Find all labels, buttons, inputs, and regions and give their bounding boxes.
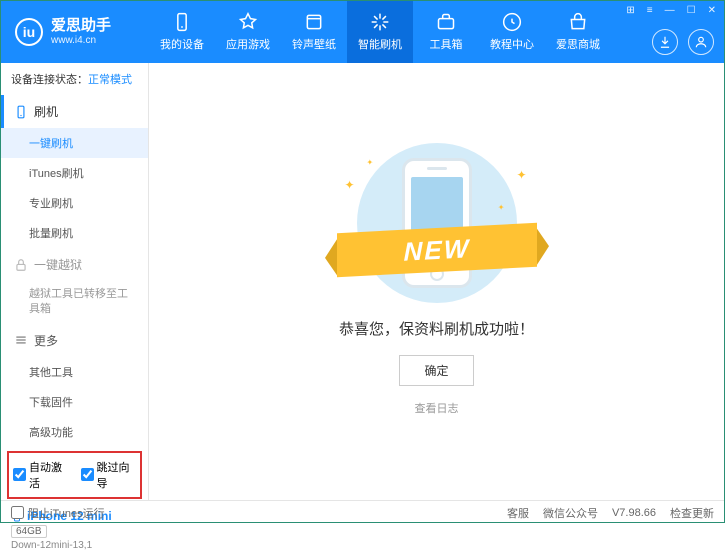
sidebar-item-more-1[interactable]: 下载固件: [1, 387, 148, 417]
main-content: ✦ ✦ ✦ ✦ NEW 恭喜您，保资料刷机成功啦！ 确定 查看日志: [149, 63, 724, 500]
brand-url: www.i4.cn: [51, 35, 111, 47]
block-itunes-label: 阻止iTunes运行: [28, 505, 105, 521]
sidebar-section-label: 更多: [34, 332, 58, 349]
nav-item-device[interactable]: 我的设备: [149, 1, 215, 63]
nav-item-apps[interactable]: 应用游戏: [215, 1, 281, 63]
sidebar-section-label: 刷机: [34, 103, 58, 120]
nav-label: 铃声壁纸: [292, 36, 336, 52]
nav-item-flash[interactable]: 智能刷机: [347, 1, 413, 63]
footer-version: V7.98.66: [612, 507, 656, 519]
device-icon: [14, 105, 28, 119]
sidebar-section-label: 一键越狱: [34, 256, 82, 273]
window-controls: ⊞ ≡ — ☐ ✕: [624, 5, 718, 16]
sidebar-item-more-0[interactable]: 其他工具: [1, 357, 148, 387]
nav-item-store[interactable]: 爱思商城: [545, 1, 611, 63]
toolbox-icon: [436, 12, 456, 32]
nav-label: 我的设备: [160, 36, 204, 52]
lock-icon: [14, 258, 28, 272]
connection-status: 设备连接状态：正常模式: [1, 63, 148, 95]
minimize-button[interactable]: —: [663, 5, 677, 16]
checkbox-auto-activate[interactable]: 自动激活: [13, 459, 69, 491]
sidebar-item-flash-1[interactable]: iTunes刷机: [1, 158, 148, 188]
top-bar: iu 爱思助手 www.i4.cn 我的设备 应用游戏 铃声壁纸 智能刷机 工具箱 教程中…: [1, 1, 724, 63]
view-log-link[interactable]: 查看日志: [415, 400, 459, 416]
brand: iu 爱思助手 www.i4.cn: [1, 1, 149, 63]
nav-label: 应用游戏: [226, 36, 270, 52]
confirm-button[interactable]: 确定: [399, 355, 473, 386]
menu-icon: [14, 333, 28, 347]
tutorial-icon: [502, 12, 522, 32]
checkbox-skip-guide[interactable]: 跳过向导: [81, 459, 137, 491]
device-icon: [172, 12, 192, 32]
footer-check-update[interactable]: 检查更新: [670, 505, 714, 521]
nav-item-toolbox[interactable]: 工具箱: [413, 1, 479, 63]
device-storage: 64GB: [11, 525, 47, 538]
nav-label: 智能刷机: [358, 36, 402, 52]
sidebar-item-flash-3[interactable]: 批量刷机: [1, 218, 148, 248]
success-message: 恭喜您，保资料刷机成功啦！: [339, 318, 534, 339]
nav-item-tutorial[interactable]: 教程中心: [479, 1, 545, 63]
download-icon[interactable]: [652, 29, 678, 55]
menu-icon[interactable]: ≡: [645, 5, 655, 16]
success-illustration: ✦ ✦ ✦ ✦ NEW: [327, 148, 547, 298]
block-itunes-checkbox[interactable]: [11, 506, 24, 519]
sidebar: 设备连接状态：正常模式 刷机 一键刷机iTunes刷机专业刷机批量刷机 一键越狱…: [1, 63, 149, 500]
sidebar-section-flash[interactable]: 刷机: [1, 95, 148, 128]
footer-wechat[interactable]: 微信公众号: [543, 505, 598, 521]
flash-icon: [370, 12, 390, 32]
store-icon: [568, 12, 588, 32]
footer-service[interactable]: 客服: [507, 505, 529, 521]
sidebar-item-more-2[interactable]: 高级功能: [1, 417, 148, 447]
nav-label: 爱思商城: [556, 36, 600, 52]
sidebar-item-flash-2[interactable]: 专业刷机: [1, 188, 148, 218]
maximize-button[interactable]: ☐: [685, 5, 698, 16]
user-icon[interactable]: [688, 29, 714, 55]
media-icon: [304, 12, 324, 32]
nav-label: 教程中心: [490, 36, 534, 52]
nav-item-media[interactable]: 铃声壁纸: [281, 1, 347, 63]
apps-icon: [238, 12, 258, 32]
close-button[interactable]: ✕: [706, 5, 718, 16]
sidebar-section-more[interactable]: 更多: [1, 324, 148, 357]
device-model: Down-12mini-13,1: [11, 540, 138, 551]
jailbreak-note: 越狱工具已转移至工具箱: [1, 281, 148, 324]
sidebar-section-jailbreak[interactable]: 一键越狱: [1, 248, 148, 281]
sidebar-item-flash-0[interactable]: 一键刷机: [1, 128, 148, 158]
grid-icon[interactable]: ⊞: [624, 5, 636, 16]
brand-logo-icon: iu: [15, 18, 43, 46]
checkbox-row: 自动激活 跳过向导: [7, 451, 142, 499]
brand-title: 爱思助手: [51, 17, 111, 35]
nav-label: 工具箱: [430, 36, 463, 52]
